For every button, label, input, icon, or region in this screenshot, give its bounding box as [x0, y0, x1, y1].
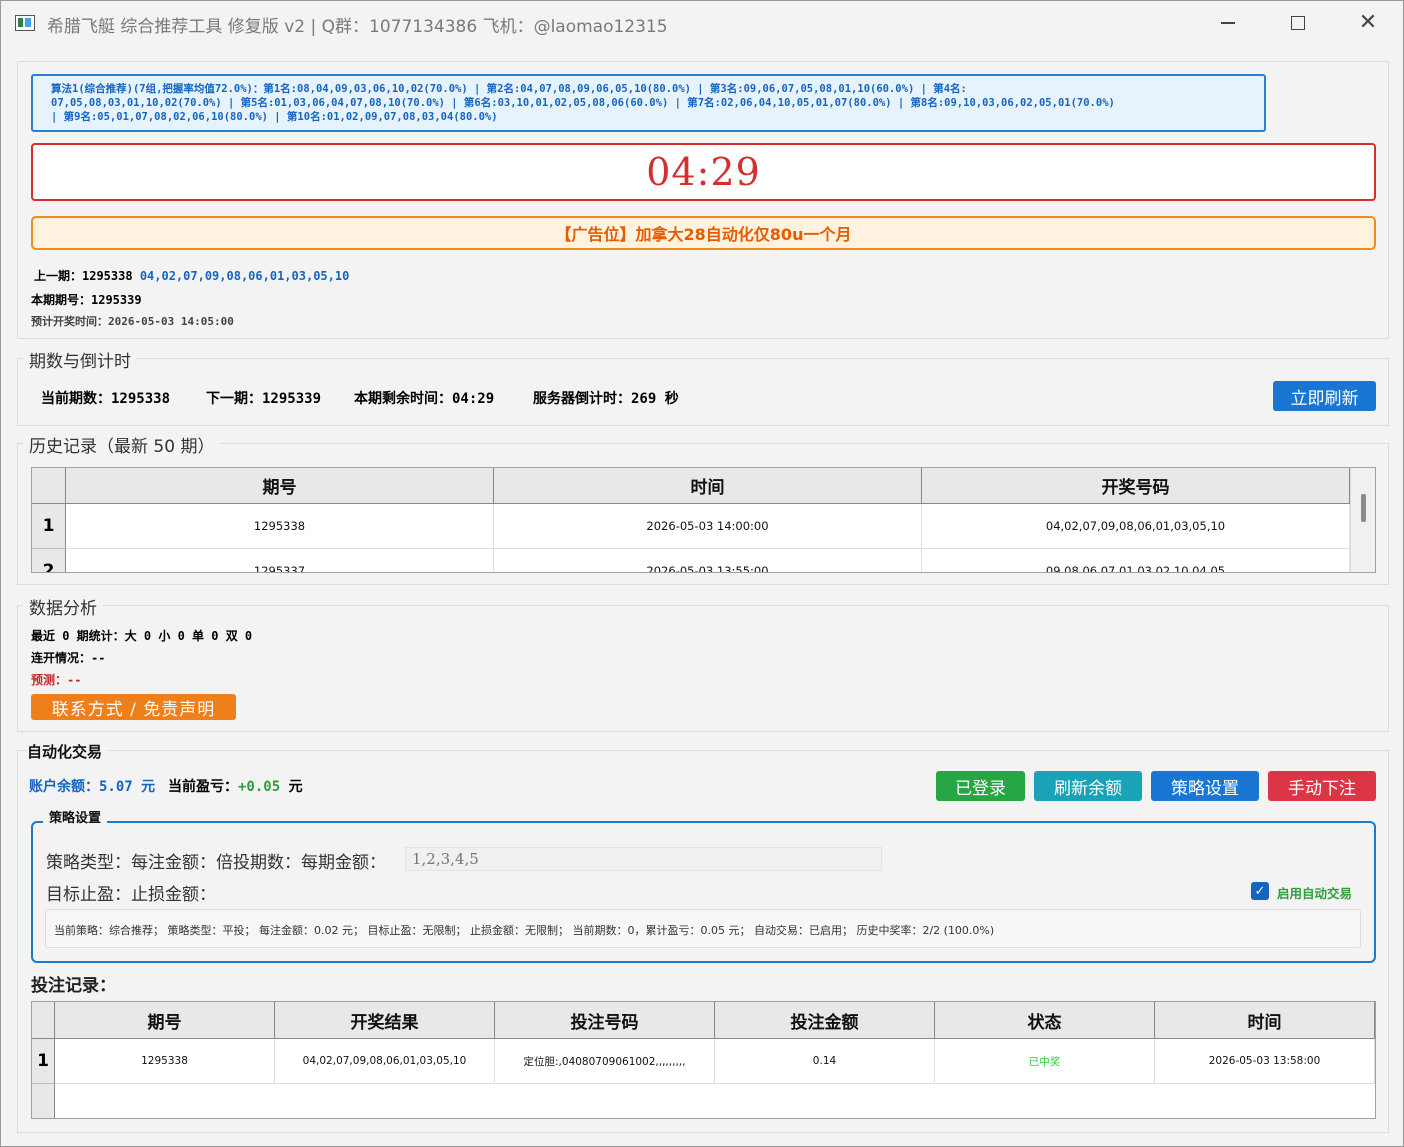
close-icon: ✕	[1358, 10, 1378, 35]
history-cell-time[interactable]: 2026-05-03 14:00:00	[494, 504, 922, 549]
refresh-now-button[interactable]: 立即刷新	[1273, 381, 1376, 411]
bets-cell-time[interactable]: 2026-05-03 13:58:00	[1155, 1039, 1375, 1084]
bet-records-table: 期号 开奖结果 投注号码 投注金额 状态 时间 1 1295338 04,02,…	[31, 1001, 1376, 1119]
auto-trade-checkbox-label[interactable]: 启用自动交易	[1277, 883, 1352, 902]
strategy-row1-labels: 策略类型：每注金额：倍投期数：每期金额：	[46, 853, 386, 873]
history-table: 期号 时间 开奖号码 1 1295338 2026-05-03 14:00:00…	[31, 467, 1376, 573]
maximize-button[interactable]	[1263, 1, 1333, 45]
analysis-prediction: 预测：--	[31, 673, 82, 687]
profit-label: 当前盈亏：	[168, 779, 238, 795]
bets-cell-period[interactable]: 1295338	[55, 1039, 275, 1084]
minimize-button[interactable]	[1193, 1, 1263, 45]
auto-trade-checkbox[interactable]: ✓	[1251, 882, 1269, 900]
algo-line-2: 07,05,08,03,01,10,02(70.0%) | 第5名:01,03,…	[51, 97, 1115, 109]
bets-row-header-empty	[32, 1084, 55, 1118]
profit-value: +0.05	[238, 779, 281, 795]
history-group-title: 历史记录（最新 50 期）	[23, 432, 221, 457]
strategy-summary: 当前策略：综合推荐； 策略类型：平投； 每注金额：0.02 元； 目标止盈：无限…	[45, 909, 1361, 948]
strategy-settings-button[interactable]: 策略设置	[1151, 771, 1259, 801]
contact-disclaimer-button[interactable]: 联系方式 / 免责声明	[31, 694, 236, 720]
balance-line: 账户余额：5.07 元	[29, 776, 155, 796]
per-period-amounts-input[interactable]	[405, 847, 882, 871]
bets-col-bet-numbers[interactable]: 投注号码	[495, 1002, 715, 1039]
countdown-box: 04:29	[31, 143, 1376, 201]
auto-trade-title: 自动化交易	[27, 741, 109, 762]
history-cell-period[interactable]: 1295338	[66, 504, 494, 549]
countdown-timer: 04:29	[646, 150, 761, 194]
profit-line: 当前盈亏：+0.05 元	[168, 776, 303, 796]
history-row-header[interactable]: 2	[32, 549, 66, 572]
server-countdown: 服务器倒计时：269 秒	[533, 391, 679, 407]
history-col-period[interactable]: 期号	[66, 468, 494, 504]
history-cell-numbers[interactable]: 04,02,07,09,08,06,01,03,05,10	[922, 504, 1350, 549]
period-group-title: 期数与倒计时	[23, 347, 137, 372]
strategy-row2-labels: 目标止盈：止损金额：	[46, 885, 216, 905]
logged-in-button[interactable]: 已登录	[936, 771, 1025, 801]
history-row-header[interactable]: 1	[32, 504, 66, 549]
algo-line-3: | 第9名:05,01,07,08,02,06,10(80.0%) | 第10名…	[51, 111, 498, 123]
scrollbar-thumb[interactable]	[1361, 494, 1366, 522]
maximize-icon	[1291, 16, 1305, 30]
history-cell-period[interactable]: 1295337	[66, 549, 494, 572]
expected-draw-time: 预计开奖时间：2026-05-03 14:05:00	[31, 315, 234, 328]
algorithm-recommendation-box: 算法1(综合推荐)(7组,把握率均值72.0%)：第1名:08,04,09,03…	[31, 74, 1266, 132]
window-title: 希腊飞艇 综合推荐工具 修复版 v2 | Q群：1077134386 飞机：@l…	[47, 17, 668, 37]
history-col-numbers[interactable]: 开奖号码	[922, 468, 1350, 504]
bets-cell-result[interactable]: 04,02,07,09,08,06,01,03,05,10	[275, 1039, 495, 1084]
next-period: 下一期：1295339	[206, 391, 322, 407]
table-corner	[32, 468, 66, 504]
refresh-balance-button[interactable]: 刷新余额	[1034, 771, 1142, 801]
history-scrollbar[interactable]	[1350, 468, 1375, 572]
checkmark-icon: ✓	[1254, 883, 1266, 899]
bets-row-header[interactable]: 1	[32, 1039, 55, 1084]
analysis-streak: 连开情况：--	[31, 651, 106, 665]
ad-banner[interactable]: 【广告位】加拿大28自动化仅80u一个月	[31, 216, 1376, 250]
close-button[interactable]: ✕	[1333, 1, 1403, 45]
last-period-line: 上一期：1295338 04,02,07,09,08,06,01,03,05,1…	[34, 267, 349, 284]
app-window: 希腊飞艇 综合推荐工具 修复版 v2 | Q群：1077134386 飞机：@l…	[0, 0, 1404, 1147]
history-cell-numbers[interactable]: 09,08,06,07,01,03,02,10,04,05	[922, 549, 1350, 572]
bets-col-result[interactable]: 开奖结果	[275, 1002, 495, 1039]
bets-col-status[interactable]: 状态	[935, 1002, 1155, 1039]
strategy-settings-title: 策略设置	[43, 807, 108, 826]
algo-line-1: 算法1(综合推荐)(7组,把握率均值72.0%)：第1名:08,04,09,03…	[51, 83, 967, 95]
minimize-icon	[1221, 22, 1235, 24]
bets-col-time[interactable]: 时间	[1155, 1002, 1375, 1039]
balance-label: 账户余额：	[29, 779, 99, 795]
bet-records-title: 投注记录：	[31, 976, 116, 996]
profit-unit: 元	[288, 779, 303, 795]
current-period-line: 本期期号：1295339	[31, 293, 142, 307]
bets-col-period[interactable]: 期号	[55, 1002, 275, 1039]
manual-bet-button[interactable]: 手动下注	[1268, 771, 1376, 801]
table-corner	[32, 1002, 55, 1039]
title-bar: 希腊飞艇 综合推荐工具 修复版 v2 | Q群：1077134386 飞机：@l…	[1, 1, 1403, 45]
bets-cell-amount[interactable]: 0.14	[715, 1039, 935, 1084]
last-period-numbers: 04,02,07,09,08,06,01,03,05,10	[139, 269, 350, 283]
remaining-time: 本期剩余时间：04:29	[354, 391, 495, 407]
current-period: 当前期数：1295338	[41, 391, 171, 407]
bets-cell-bet-numbers[interactable]: 定位胆:,04080709061002,,,,,,,,,	[495, 1039, 715, 1084]
history-cell-time[interactable]: 2026-05-03 13:55:00	[494, 549, 922, 572]
app-icon	[15, 15, 35, 31]
analysis-group-title: 数据分析	[23, 594, 103, 619]
analysis-stats: 最近 0 期统计：大 0 小 0 单 0 双 0	[31, 629, 253, 643]
bets-cell-status[interactable]: 已中奖	[935, 1039, 1155, 1084]
history-col-time[interactable]: 时间	[494, 468, 922, 504]
balance-value: 5.07 元	[99, 779, 156, 795]
bets-col-amount[interactable]: 投注金额	[715, 1002, 935, 1039]
last-period-label: 上一期：1295338	[34, 269, 133, 283]
